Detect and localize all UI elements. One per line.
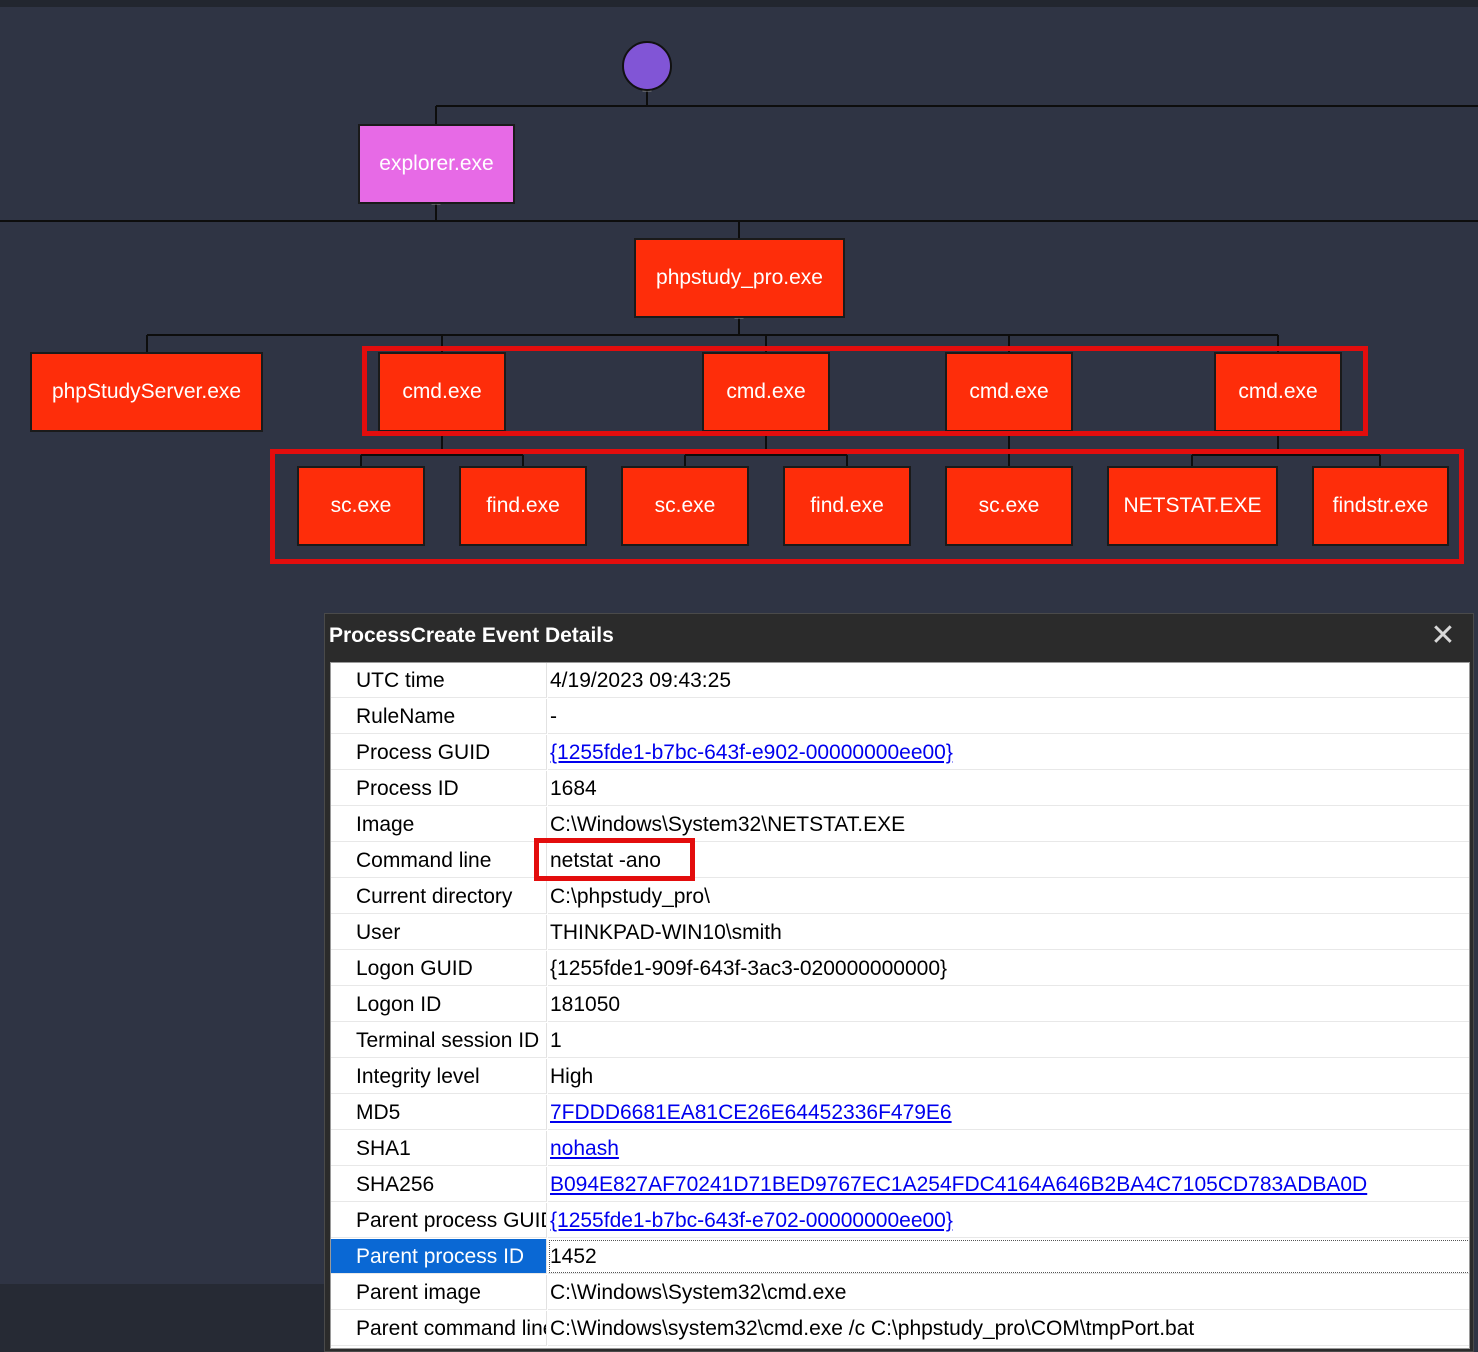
node-find-1[interactable]: find.exe <box>459 466 587 546</box>
field-name: Process GUID <box>331 735 547 770</box>
node-netstat[interactable]: NETSTAT.EXE <box>1107 466 1278 546</box>
field-value-link[interactable]: B094E827AF70241D71BED9767EC1A254FDC4164A… <box>548 1167 1469 1202</box>
field-value: C:\Windows\system32\cmd.exe /c C:\phpstu… <box>548 1311 1469 1346</box>
table-row[interactable]: RuleName - <box>331 699 1469 735</box>
table-row[interactable]: Image C:\Windows\System32\NETSTAT.EXE <box>331 807 1469 843</box>
table-row[interactable]: Parent process ID 1452 <box>331 1239 1469 1275</box>
table-row[interactable]: Process GUID {1255fde1-b7bc-643f-e902-000… <box>331 735 1469 771</box>
field-value: C:\phpstudy_pro\ <box>548 879 1469 914</box>
node-phpstudy-pro[interactable]: phpstudy_pro.exe <box>634 238 845 318</box>
node-phpstudyserver[interactable]: phpStudyServer.exe <box>30 352 263 432</box>
dialog-title: ProcessCreate Event Details <box>329 624 614 647</box>
field-value-link[interactable]: {1255fde1-b7bc-643f-e902-00000000ee00} <box>548 735 1469 770</box>
field-value: High <box>548 1059 1469 1094</box>
field-value-link[interactable]: {1255fde1-b7bc-643f-e702-00000000ee00} <box>548 1203 1469 1238</box>
field-value: netstat -ano <box>548 843 1469 878</box>
field-name: User <box>331 915 547 950</box>
field-name: Parent process ID <box>331 1239 547 1274</box>
node-cmd-3[interactable]: cmd.exe <box>945 352 1073 432</box>
field-name: SHA1 <box>331 1131 547 1166</box>
table-row[interactable]: User THINKPAD-WIN10\smith <box>331 915 1469 951</box>
bottom-panel <box>0 1284 330 1352</box>
field-value-link[interactable]: 7FDDD6681EA81CE26E64452336F479E6 <box>548 1095 1469 1130</box>
field-value: C:\Windows\System32\NETSTAT.EXE <box>548 807 1469 842</box>
field-name: UTC time <box>331 663 547 698</box>
close-icon[interactable]: ✕ <box>1429 621 1457 651</box>
field-value: 181050 <box>548 987 1469 1022</box>
node-find-2[interactable]: find.exe <box>783 466 911 546</box>
field-name: RuleName <box>331 699 547 734</box>
field-name: Parent process GUID <box>331 1203 547 1238</box>
node-sc-3[interactable]: sc.exe <box>945 466 1073 546</box>
event-details-table: UTC time 4/19/2023 09:43:25 RuleName - Proce… <box>330 662 1470 1349</box>
field-value: 4/19/2023 09:43:25 <box>548 663 1469 698</box>
field-name: Command line <box>331 843 547 878</box>
field-value: 1684 <box>548 771 1469 806</box>
table-row[interactable]: Process ID 1684 <box>331 771 1469 807</box>
table-row[interactable]: Logon ID 181050 <box>331 987 1469 1023</box>
field-value-link[interactable]: nohash <box>548 1131 1469 1166</box>
field-name: Image <box>331 807 547 842</box>
field-name: Parent image <box>331 1275 547 1310</box>
table-row[interactable]: Command line netstat -ano <box>331 843 1469 879</box>
field-value: THINKPAD-WIN10\smith <box>548 915 1469 950</box>
field-name: SHA256 <box>331 1167 547 1202</box>
node-cmd-1[interactable]: cmd.exe <box>378 352 506 432</box>
field-name: Logon ID <box>331 987 547 1022</box>
event-details-dialog: ProcessCreate Event Details ✕ UTC time 4/… <box>324 613 1474 1352</box>
table-row[interactable]: Logon GUID {1255fde1-909f-643f-3ac3-02000… <box>331 951 1469 987</box>
field-value: - <box>548 699 1469 734</box>
field-name: Current directory <box>331 879 547 914</box>
node-cmd-4[interactable]: cmd.exe <box>1214 352 1342 432</box>
table-row[interactable]: SHA256 B094E827AF70241D71BED9767EC1A254FD… <box>331 1167 1469 1203</box>
field-name: Terminal session ID <box>331 1023 547 1058</box>
field-value: C:\Windows\System32\cmd.exe <box>548 1275 1469 1310</box>
table-row[interactable]: Parent command line C:\Windows\system32\c… <box>331 1311 1469 1347</box>
field-value: {1255fde1-909f-643f-3ac3-020000000000} <box>548 951 1469 986</box>
table-row[interactable]: UTC time 4/19/2023 09:43:25 <box>331 663 1469 699</box>
node-cmd-2[interactable]: cmd.exe <box>702 352 830 432</box>
node-findstr[interactable]: findstr.exe <box>1312 466 1449 546</box>
node-explorer[interactable]: explorer.exe <box>358 124 515 204</box>
field-name: Process ID <box>331 771 547 806</box>
field-name: Logon GUID <box>331 951 547 986</box>
table-row[interactable]: Integrity level High <box>331 1059 1469 1095</box>
field-value: 1 <box>548 1023 1469 1058</box>
table-row[interactable]: MD5 7FDDD6681EA81CE26E64452336F479E6 <box>331 1095 1469 1131</box>
field-name: MD5 <box>331 1095 547 1130</box>
table-row[interactable]: Parent process GUID {1255fde1-b7bc-643f-e… <box>331 1203 1469 1239</box>
root-node-circle[interactable] <box>622 41 672 91</box>
table-row[interactable]: Parent image C:\Windows\System32\cmd.exe <box>331 1275 1469 1311</box>
field-name: Parent command line <box>331 1311 547 1346</box>
node-sc-1[interactable]: sc.exe <box>297 466 425 546</box>
table-row[interactable]: Current directory C:\phpstudy_pro\ <box>331 879 1469 915</box>
field-name: Integrity level <box>331 1059 547 1094</box>
node-sc-2[interactable]: sc.exe <box>621 466 749 546</box>
field-value: 1452 <box>548 1239 1469 1274</box>
table-row[interactable]: SHA1 nohash <box>331 1131 1469 1167</box>
table-row[interactable]: Terminal session ID 1 <box>331 1023 1469 1059</box>
